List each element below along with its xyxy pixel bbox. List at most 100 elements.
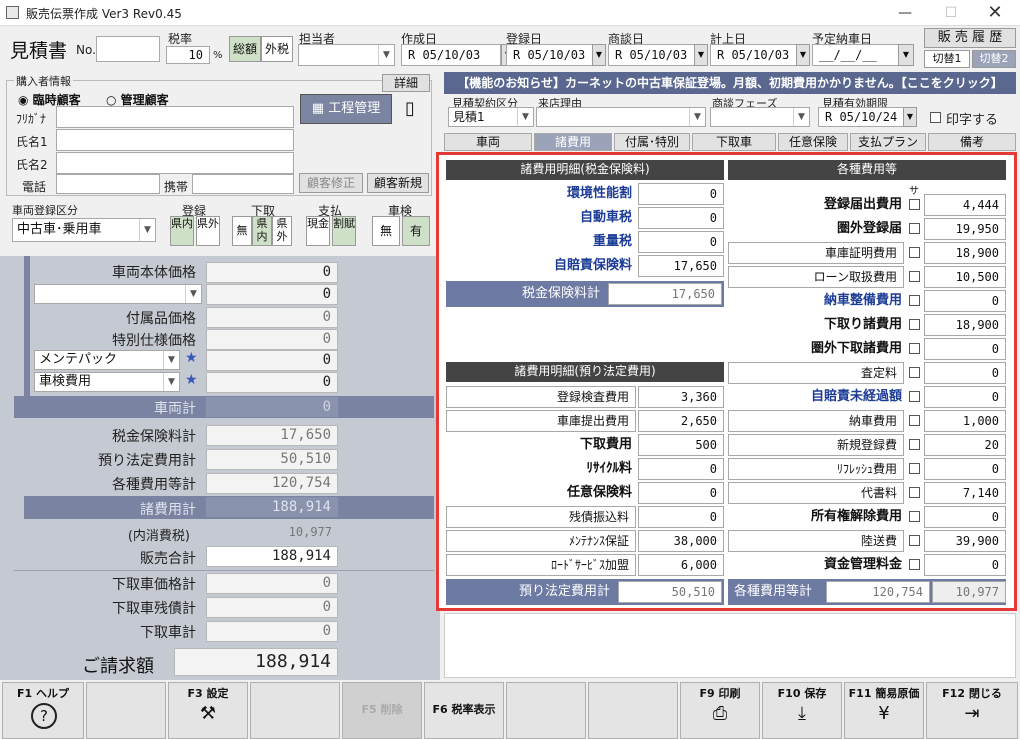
misc-row-label[interactable]: 査定料: [728, 362, 904, 384]
new-customer-button[interactable]: 顧客新規: [367, 173, 429, 193]
name2-field[interactable]: [56, 152, 294, 174]
misc-row-label[interactable]: 納車費用: [728, 410, 904, 432]
misc-row-label[interactable]: 代書料: [728, 482, 904, 504]
legal-row-value[interactable]: 2,650: [638, 410, 724, 432]
tab-vehicle[interactable]: 車両: [444, 133, 532, 151]
seal-checkbox[interactable]: [930, 112, 941, 123]
legal-row-value[interactable]: 38,000: [638, 530, 724, 552]
misc-row-checkbox[interactable]: [909, 295, 920, 306]
misc-row-checkbox[interactable]: [909, 319, 920, 330]
misc-row-checkbox[interactable]: [909, 247, 920, 258]
mobile-field[interactable]: [192, 174, 294, 194]
registered-date-picker[interactable]: ▼: [592, 44, 606, 66]
misc-row-value[interactable]: 0: [924, 458, 1006, 480]
maximize-button[interactable]: ☐: [928, 0, 974, 26]
legal-row-value[interactable]: 3,360: [638, 386, 724, 408]
valid-until-field[interactable]: R 05/10/24: [818, 107, 904, 127]
misc-row-checkbox[interactable]: [909, 559, 920, 570]
misc-row-value[interactable]: 4,444: [924, 194, 1006, 216]
star-icon[interactable]: ★: [185, 350, 198, 366]
body-option-field[interactable]: 0: [206, 284, 338, 305]
misc-row-value[interactable]: 20: [924, 434, 1006, 456]
registered-date-field[interactable]: R 05/10/03: [506, 44, 596, 66]
misc-row-checkbox[interactable]: [909, 535, 920, 546]
misc-row-checkbox[interactable]: [909, 343, 920, 354]
phone-field[interactable]: [56, 174, 160, 194]
legal-row-value[interactable]: 6,000: [638, 554, 724, 576]
tab-insurance[interactable]: 任意保険: [778, 133, 848, 151]
staff-select[interactable]: ▼: [298, 44, 395, 66]
f9-print-button[interactable]: F9 印刷 ⎙: [680, 682, 760, 739]
misc-row-label[interactable]: ﾘﾌﾚｯｼｭ費用: [728, 458, 904, 480]
switch1-button[interactable]: 切替1: [924, 50, 970, 68]
misc-row-value[interactable]: 18,900: [924, 242, 1006, 264]
legal-row-label[interactable]: 登録検査費用: [446, 386, 636, 408]
misc-row-value[interactable]: 39,900: [924, 530, 1006, 552]
tab-notes[interactable]: 備考: [928, 133, 1016, 151]
reg-out-toggle[interactable]: 県外: [196, 216, 220, 246]
misc-row-value[interactable]: 0: [924, 506, 1006, 528]
misc-row-checkbox[interactable]: [909, 511, 920, 522]
misc-row-checkbox[interactable]: [909, 415, 920, 426]
legal-row-label[interactable]: ﾒﾝﾃﾅﾝｽ保証: [446, 530, 636, 552]
vehicle-reg-select[interactable]: 中古車･乗用車 ▼: [12, 218, 156, 242]
trade-none-toggle[interactable]: 無: [232, 216, 252, 246]
tax-row-value[interactable]: 0: [638, 231, 724, 253]
misc-row-value[interactable]: 10,500: [924, 266, 1006, 288]
tax-rate-field[interactable]: 10: [166, 46, 210, 64]
trade-out-toggle[interactable]: 県外: [272, 216, 292, 246]
tab-payment-plan[interactable]: 支払プラン: [850, 133, 926, 151]
switch2-button[interactable]: 切替2: [972, 50, 1016, 68]
tab-tradein[interactable]: 下取車: [692, 133, 776, 151]
misc-row-checkbox[interactable]: [909, 439, 920, 450]
trade-in-toggle[interactable]: 県内: [252, 216, 272, 246]
minimize-button[interactable]: —: [882, 0, 928, 26]
f6-tax-display-button[interactable]: F6 税率表示: [424, 682, 504, 739]
created-date-field[interactable]: R 05/10/03: [401, 44, 501, 66]
misc-row-value[interactable]: 7,140: [924, 482, 1006, 504]
tax-row-value[interactable]: 0: [638, 207, 724, 229]
f5-delete-button[interactable]: F5 削除: [342, 682, 422, 739]
misc-row-checkbox[interactable]: [909, 391, 920, 402]
tax-excl-toggle[interactable]: 外税: [261, 36, 293, 62]
inspection-none-toggle[interactable]: 無: [372, 216, 400, 246]
tax-row-value[interactable]: 17,650: [638, 255, 724, 277]
legal-row-value[interactable]: 0: [638, 506, 724, 528]
negotiated-date-field[interactable]: R 05/10/03: [608, 44, 698, 66]
maintenance-pack-select[interactable]: メンテパック ▼: [34, 350, 180, 370]
edit-customer-button[interactable]: 顧客修正: [299, 173, 363, 193]
inspection-cost-field[interactable]: 0: [206, 372, 338, 393]
recorded-date-field[interactable]: R 05/10/03: [710, 44, 800, 66]
recorded-date-picker[interactable]: ▼: [796, 44, 810, 66]
process-management-button[interactable]: ▦ 工程管理: [300, 94, 392, 124]
f12-close-button[interactable]: F12 閉じる ⇥: [926, 682, 1018, 739]
misc-row-checkbox[interactable]: [909, 463, 920, 474]
bookmark-icon[interactable]: ▯: [405, 98, 415, 119]
f1-help-button[interactable]: F1 ヘルプ?: [2, 682, 84, 739]
pay-installment-toggle[interactable]: 割賦: [332, 216, 356, 246]
misc-row-label[interactable]: 新規登録費: [728, 434, 904, 456]
no-field[interactable]: [96, 36, 160, 62]
detail-button[interactable]: 詳細: [382, 74, 430, 92]
body-price-field[interactable]: 0: [206, 262, 338, 283]
sales-history-button[interactable]: 販 売 履 歴: [924, 28, 1016, 48]
inspection-yes-toggle[interactable]: 有: [402, 216, 430, 246]
f11-cost-button[interactable]: F11 簡易原価 ¥: [844, 682, 924, 739]
contract-type-select[interactable]: 見積1 ▼: [448, 107, 534, 127]
misc-row-checkbox[interactable]: [909, 199, 920, 210]
tax-incl-toggle[interactable]: 総額: [229, 36, 261, 62]
delivery-date-field[interactable]: __/__/__: [812, 44, 900, 66]
tab-expenses[interactable]: 諸費用: [534, 133, 612, 151]
phase-select[interactable]: ▼: [710, 107, 810, 127]
legal-row-label[interactable]: 車庫提出費用: [446, 410, 636, 432]
misc-row-label[interactable]: ローン取扱費用: [728, 266, 904, 288]
name1-field[interactable]: [56, 129, 294, 151]
maintenance-pack-field[interactable]: 0: [206, 350, 338, 371]
pay-cash-toggle[interactable]: 現金: [306, 216, 330, 246]
f3-settings-button[interactable]: F3 設定 ⚒: [168, 682, 248, 739]
misc-row-value[interactable]: 18,900: [924, 314, 1006, 336]
misc-row-value[interactable]: 0: [924, 290, 1006, 312]
misc-row-label[interactable]: 陸送費: [728, 530, 904, 552]
legal-row-value[interactable]: 0: [638, 458, 724, 480]
inspection-cost-select[interactable]: 車検費用 ▼: [34, 372, 180, 392]
